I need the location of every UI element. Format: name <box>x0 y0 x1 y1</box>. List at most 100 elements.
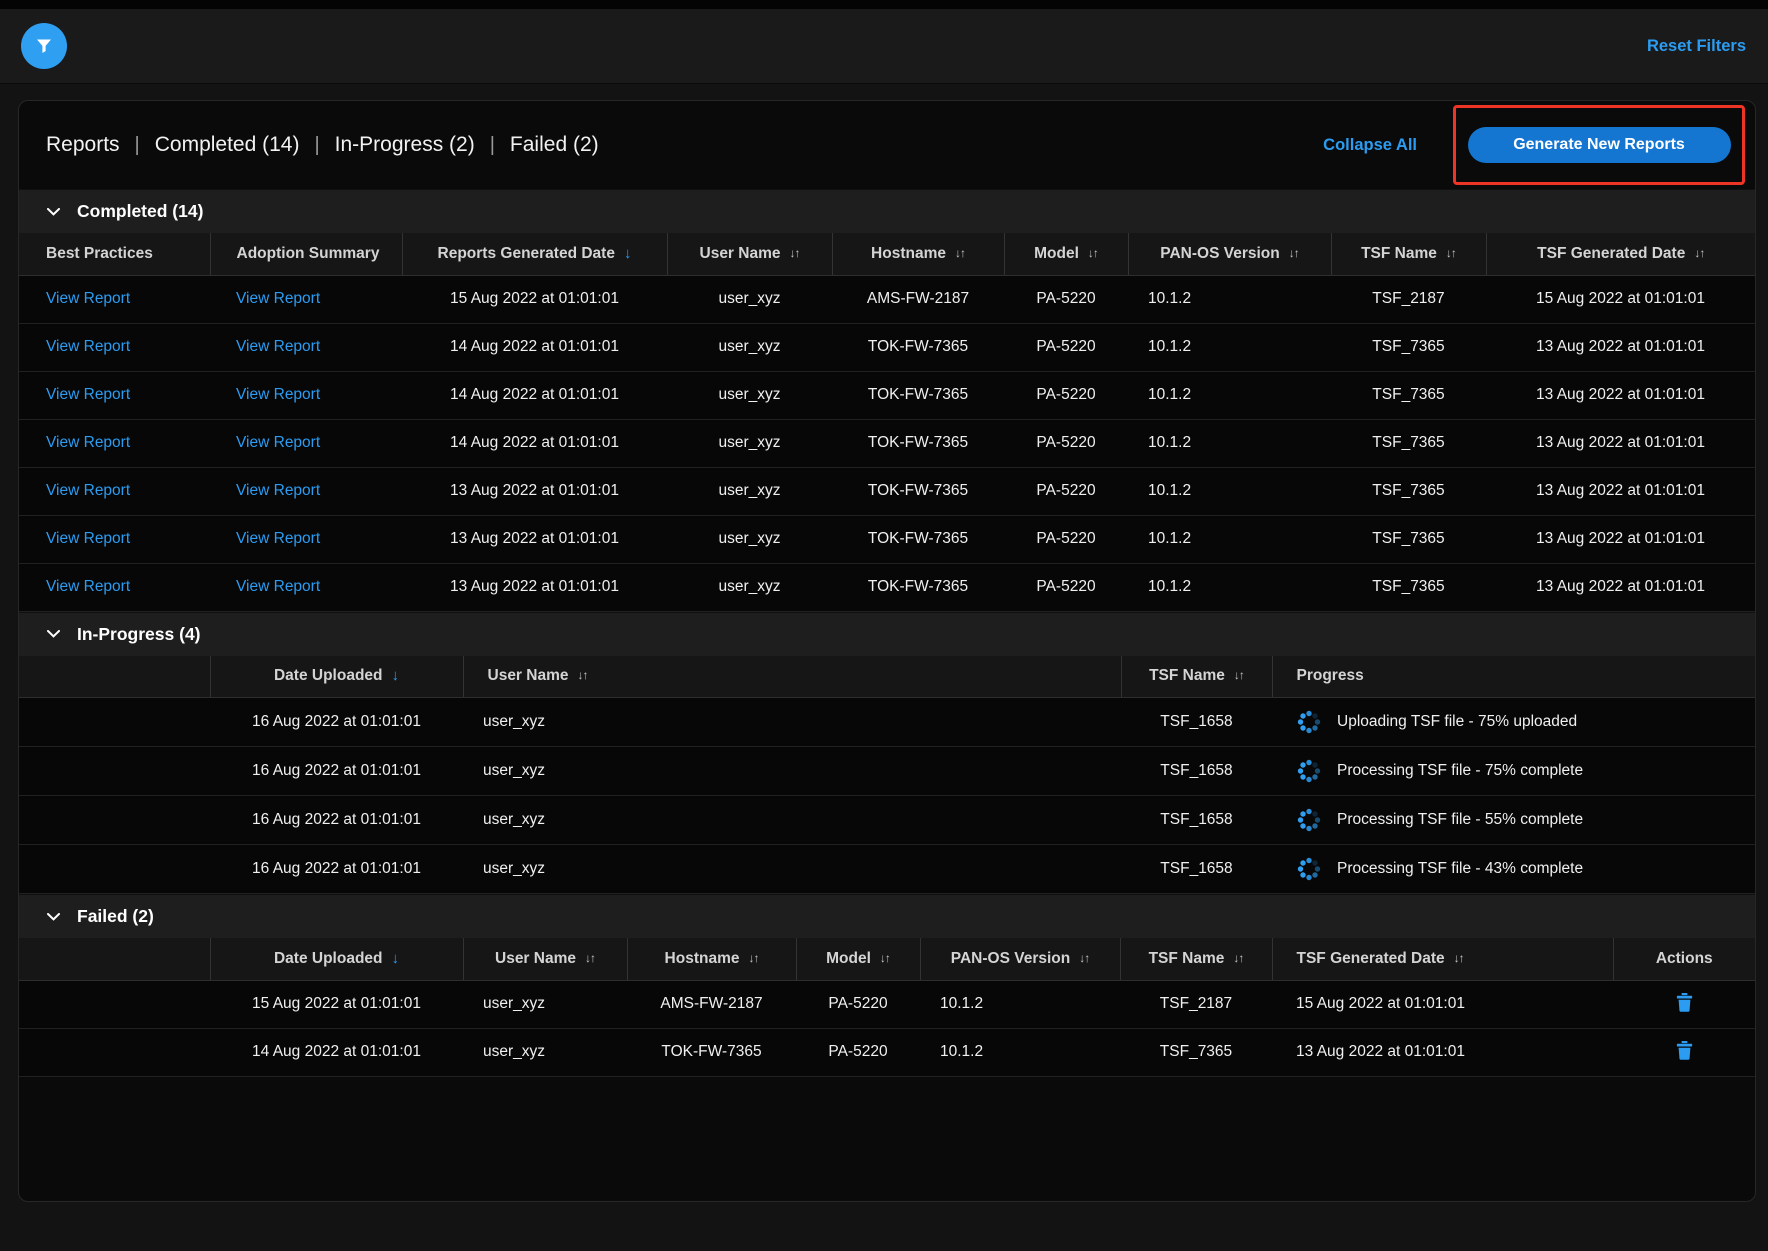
adoption-summary-view-report-link[interactable]: View Report <box>236 482 320 499</box>
col-model[interactable]: Model↓↑ <box>1004 233 1128 275</box>
user-cell: user_xyz <box>667 275 832 323</box>
sort-icon[interactable]: ↓↑ <box>1454 951 1464 965</box>
col-model[interactable]: Model↓↑ <box>796 938 920 980</box>
delete-report-button[interactable] <box>1672 991 1697 1017</box>
failed-table: Date Uploaded↓ User Name↓↑ Hostname↓↑ Mo… <box>19 938 1755 1077</box>
col-panos-version[interactable]: PAN-OS Version↓↑ <box>920 938 1120 980</box>
sort-icon[interactable]: ↓↑ <box>1233 951 1243 965</box>
failed-row: 15 Aug 2022 at 01:01:01 user_xyz AMS-FW-… <box>19 980 1755 1028</box>
hostname-cell: TOK-FW-7365 <box>832 323 1004 371</box>
sort-icon[interactable]: ↓↑ <box>1234 668 1244 682</box>
best-practices-view-report-link[interactable]: View Report <box>46 482 130 499</box>
col-actions: Actions <box>1613 938 1755 980</box>
filter-button[interactable] <box>21 23 67 69</box>
sort-icon[interactable]: ↓↑ <box>790 246 800 260</box>
tsf-name-cell: TSF_1658 <box>1121 698 1272 747</box>
generate-new-reports-button[interactable]: Generate New Reports <box>1468 127 1731 163</box>
sort-icon[interactable]: ↓↑ <box>880 951 890 965</box>
generated-date-cell: 14 Aug 2022 at 01:01:01 <box>402 323 667 371</box>
col-tsf-name[interactable]: TSF Name↓↑ <box>1331 233 1486 275</box>
adoption-summary-view-report-link[interactable]: View Report <box>236 338 320 355</box>
col-user-name[interactable]: User Name↓↑ <box>463 938 627 980</box>
sort-icon[interactable]: ↓↑ <box>748 951 758 965</box>
sort-icon[interactable]: ↓↑ <box>585 951 595 965</box>
sort-desc-icon[interactable]: ↓ <box>624 245 632 262</box>
col-empty <box>19 656 210 698</box>
title-separator: | <box>135 134 140 157</box>
col-user-name[interactable]: User Name↓↑ <box>463 656 1121 698</box>
col-tsf-generated-date[interactable]: TSF Generated Date↓↑ <box>1486 233 1755 275</box>
sort-icon[interactable]: ↓↑ <box>1088 246 1098 260</box>
best-practices-view-report-link[interactable]: View Report <box>46 434 130 451</box>
user-cell: user_xyz <box>667 467 832 515</box>
reset-filters-link[interactable]: Reset Filters <box>1647 37 1746 56</box>
title-separator: | <box>490 134 495 157</box>
tsf-date-cell: 13 Aug 2022 at 01:01:01 <box>1486 419 1755 467</box>
adoption-summary-view-report-link[interactable]: View Report <box>236 386 320 403</box>
progress-cell: Processing TSF file - 75% complete <box>1272 747 1755 795</box>
col-date-uploaded[interactable]: Date Uploaded↓ <box>210 656 463 698</box>
model-cell: PA-5220 <box>1004 323 1128 371</box>
page-title: Reports | Completed (14) | In-Progress (… <box>46 133 599 157</box>
generated-date-cell: 14 Aug 2022 at 01:01:01 <box>402 371 667 419</box>
date-uploaded-cell: 16 Aug 2022 at 01:01:01 <box>210 698 463 747</box>
best-practices-view-report-link[interactable]: View Report <box>46 290 130 307</box>
progress-text: Processing TSF file - 43% complete <box>1337 860 1583 878</box>
col-reports-generated-date[interactable]: Reports Generated Date↓ <box>402 233 667 275</box>
panos-cell: 10.1.2 <box>1128 275 1331 323</box>
panos-cell: 10.1.2 <box>1128 419 1331 467</box>
sort-desc-icon[interactable]: ↓ <box>392 667 400 684</box>
title-separator: | <box>314 134 319 157</box>
tab-completed[interactable]: Completed (14) <box>155 133 300 157</box>
adoption-summary-view-report-link[interactable]: View Report <box>236 578 320 595</box>
spinner-icon <box>1296 807 1322 833</box>
date-uploaded-cell: 16 Aug 2022 at 01:01:01 <box>210 747 463 796</box>
tsf-name-cell: TSF_7365 <box>1120 1028 1272 1076</box>
section-header-completed[interactable]: Completed (14) <box>19 189 1755 233</box>
col-tsf-name[interactable]: TSF Name↓↑ <box>1120 938 1272 980</box>
col-tsf-generated-date[interactable]: TSF Generated Date↓↑ <box>1272 938 1613 980</box>
tsf-date-cell: 13 Aug 2022 at 01:01:01 <box>1486 467 1755 515</box>
sort-icon[interactable]: ↓↑ <box>578 668 588 682</box>
sort-icon[interactable]: ↓↑ <box>1446 246 1456 260</box>
col-tsf-name[interactable]: TSF Name↓↑ <box>1121 656 1272 698</box>
section-header-failed[interactable]: Failed (2) <box>19 894 1755 938</box>
col-panos-version[interactable]: PAN-OS Version↓↑ <box>1128 233 1331 275</box>
trash-icon <box>1676 993 1693 1012</box>
tab-failed[interactable]: Failed (2) <box>510 133 599 157</box>
collapse-all-link[interactable]: Collapse All <box>1323 136 1417 155</box>
adoption-summary-view-report-link[interactable]: View Report <box>236 434 320 451</box>
filter-toolbar: Reset Filters <box>0 9 1768 84</box>
tsf-date-cell: 13 Aug 2022 at 01:01:01 <box>1272 1028 1613 1076</box>
col-hostname[interactable]: Hostname↓↑ <box>627 938 796 980</box>
user-cell: user_xyz <box>463 698 1121 747</box>
tsf-name-cell: TSF_7365 <box>1331 323 1486 371</box>
chevron-down-icon <box>47 208 60 216</box>
section-header-in-progress[interactable]: In-Progress (4) <box>19 612 1755 656</box>
adoption-summary-view-report-link[interactable]: View Report <box>236 530 320 547</box>
tab-in-progress[interactable]: In-Progress (2) <box>335 133 475 157</box>
delete-report-button[interactable] <box>1672 1039 1697 1065</box>
tsf-date-cell: 13 Aug 2022 at 01:01:01 <box>1486 371 1755 419</box>
best-practices-view-report-link[interactable]: View Report <box>46 338 130 355</box>
col-hostname[interactable]: Hostname↓↑ <box>832 233 1004 275</box>
top-strip <box>0 0 1768 9</box>
best-practices-view-report-link[interactable]: View Report <box>46 578 130 595</box>
sort-icon[interactable]: ↓↑ <box>1694 246 1704 260</box>
sort-icon[interactable]: ↓↑ <box>1289 246 1299 260</box>
col-date-uploaded[interactable]: Date Uploaded↓ <box>210 938 463 980</box>
adoption-summary-view-report-link[interactable]: View Report <box>236 290 320 307</box>
completed-row: View Report View Report 15 Aug 2022 at 0… <box>19 275 1755 323</box>
col-empty <box>19 938 210 980</box>
best-practices-view-report-link[interactable]: View Report <box>46 530 130 547</box>
hostname-cell: TOK-FW-7365 <box>832 419 1004 467</box>
hostname-cell: AMS-FW-2187 <box>832 275 1004 323</box>
sort-icon[interactable]: ↓↑ <box>1079 951 1089 965</box>
section-title-completed: Completed (14) <box>77 201 203 222</box>
best-practices-view-report-link[interactable]: View Report <box>46 386 130 403</box>
sort-icon[interactable]: ↓↑ <box>955 246 965 260</box>
tsf-date-cell: 13 Aug 2022 at 01:01:01 <box>1486 323 1755 371</box>
user-cell: user_xyz <box>667 563 832 611</box>
col-user-name[interactable]: User Name↓↑ <box>667 233 832 275</box>
sort-desc-icon[interactable]: ↓ <box>392 950 400 967</box>
